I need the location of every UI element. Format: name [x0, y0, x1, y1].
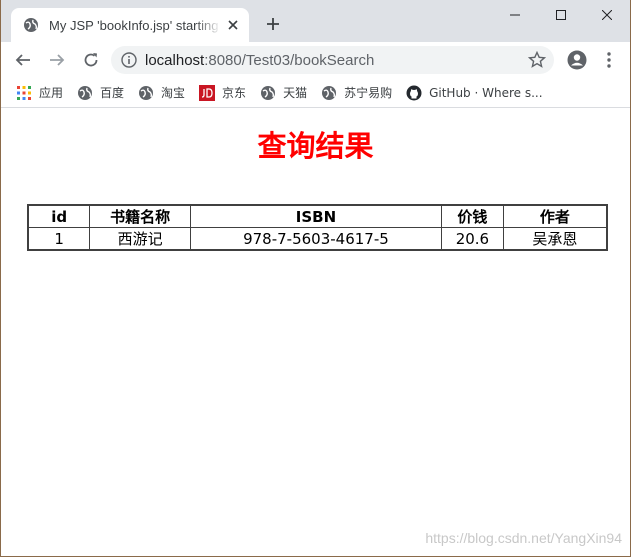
bookmark-label: 苏宁易购: [344, 86, 393, 100]
url-path: :8080/Test03/bookSearch: [204, 51, 375, 69]
globe-icon: [77, 85, 93, 101]
bookmark-baidu[interactable]: 百度: [77, 81, 124, 105]
close-tab-icon[interactable]: [225, 17, 241, 33]
header-author: 作者: [502, 204, 608, 228]
page-content: 查询结果 id 书籍名称 ISBN 价钱 作者 1 西游记 978-7-5603…: [1, 109, 630, 556]
globe-icon: [321, 85, 337, 101]
cell-author: 吴承恩: [502, 227, 608, 251]
jd-logo-icon: [199, 84, 216, 101]
address-bar[interactable]: localhost:8080/Test03/bookSearch: [111, 46, 554, 74]
header-isbn: ISBN: [189, 204, 442, 228]
bookmark-label: 京东: [222, 86, 247, 100]
cell-isbn: 978-7-5603-4617-5: [189, 227, 442, 251]
new-tab-icon[interactable]: [263, 14, 283, 34]
header-price: 价钱: [440, 204, 504, 228]
header-id: id: [27, 204, 91, 228]
header-book-name: 书籍名称: [89, 204, 191, 228]
book-results-table: id 书籍名称 ISBN 价钱 作者 1 西游记 978-7-5603-4617…: [27, 204, 608, 251]
bookmark-label: GitHub · Where s...: [429, 85, 543, 100]
profile-avatar-icon[interactable]: [567, 50, 587, 70]
forward-arrow-icon[interactable]: [43, 46, 71, 74]
table-header-row: id 书籍名称 ISBN 价钱 作者: [27, 204, 608, 228]
kebab-menu-icon[interactable]: [601, 50, 617, 70]
bookmark-github[interactable]: GitHub · Where s...: [406, 81, 543, 105]
back-arrow-icon[interactable]: [9, 46, 37, 74]
bookmark-label: 应用: [39, 86, 64, 100]
bookmark-suning[interactable]: 苏宁易购: [321, 81, 392, 105]
bookmarks-bar: 应用 百度 淘宝 京东 天猫 苏宁易购 GitHub · Where s...: [1, 78, 630, 108]
watermark: https://blog.csdn.net/YangXin94: [425, 530, 622, 546]
tab-title: My JSP 'bookInfo.jsp' starting page: [49, 17, 221, 33]
browser-window: My JSP 'bookInfo.jsp' starting page: [0, 0, 631, 557]
close-window-icon[interactable]: [584, 0, 630, 30]
bookmark-label: 天猫: [283, 86, 308, 100]
bookmark-jd[interactable]: 京东: [199, 81, 246, 105]
bookmark-label: 百度: [100, 86, 125, 100]
bookmark-label: 淘宝: [161, 86, 186, 100]
active-tab[interactable]: My JSP 'bookInfo.jsp' starting page: [11, 8, 249, 42]
apps-grid-icon: [16, 85, 32, 101]
url-host: localhost: [145, 51, 205, 69]
bookmark-apps[interactable]: 应用: [16, 81, 63, 105]
browser-toolbar: localhost:8080/Test03/bookSearch: [1, 42, 630, 78]
page-title: 查询结果: [257, 129, 374, 163]
cell-id: 1: [27, 227, 91, 251]
globe-icon: [24, 18, 38, 32]
globe-icon: [138, 85, 154, 101]
url-text: localhost:8080/Test03/bookSearch: [145, 52, 374, 69]
cell-price: 20.6: [440, 227, 504, 251]
bookmark-star-icon[interactable]: [528, 51, 546, 69]
cell-book-name: 西游记: [89, 227, 191, 251]
maximize-icon[interactable]: [538, 0, 584, 30]
tab-strip: My JSP 'bookInfo.jsp' starting page: [1, 0, 630, 42]
bookmark-taobao[interactable]: 淘宝: [138, 81, 185, 105]
window-controls: [492, 0, 630, 30]
minimize-icon[interactable]: [492, 0, 538, 30]
table-row: 1 西游记 978-7-5603-4617-5 20.6 吴承恩: [27, 227, 608, 251]
github-icon: [406, 85, 422, 101]
reload-icon[interactable]: [77, 46, 105, 74]
globe-icon: [260, 85, 276, 101]
info-icon[interactable]: [121, 52, 137, 68]
bookmark-tmall[interactable]: 天猫: [260, 81, 307, 105]
